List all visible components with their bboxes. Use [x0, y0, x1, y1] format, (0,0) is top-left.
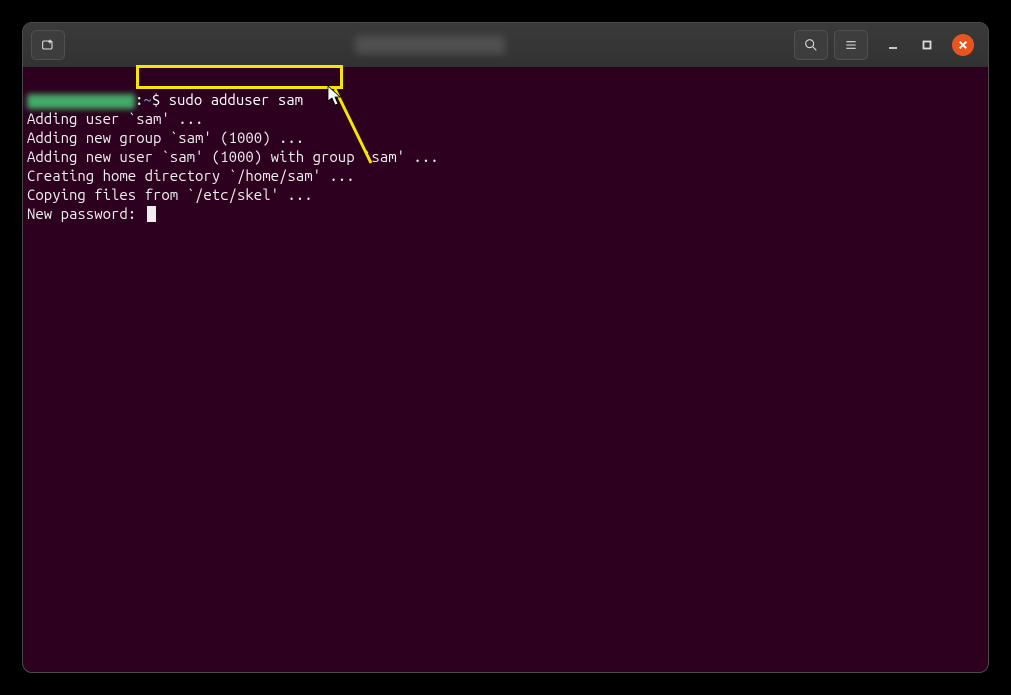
- new-tab-icon: [40, 37, 56, 53]
- output-line-1: Adding user `sam' ...: [27, 110, 203, 127]
- annotation-highlight-box: [136, 65, 343, 89]
- search-button[interactable]: [794, 30, 828, 60]
- output-line-3: Adding new user `sam' (1000) with group …: [27, 148, 439, 165]
- hamburger-icon: [843, 37, 859, 53]
- search-icon: [803, 37, 819, 53]
- hamburger-menu-button[interactable]: [834, 30, 868, 60]
- output-line-5: Copying files from `/etc/skel' ...: [27, 186, 313, 203]
- maximize-button[interactable]: [918, 36, 936, 54]
- output-line-6: New password:: [27, 205, 145, 222]
- output-line-2: Adding new group `sam' (1000) ...: [27, 129, 304, 146]
- terminal-body[interactable]: :~$ sudo adduser sam Adding user `sam' .…: [23, 67, 988, 322]
- new-tab-button[interactable]: [31, 30, 65, 60]
- title-area: [71, 36, 788, 54]
- output-line-4: Creating home directory `/home/sam' ...: [27, 167, 355, 184]
- titlebar: [23, 23, 988, 67]
- prompt-cwd: ~: [143, 91, 151, 108]
- window-title-blurred: [355, 36, 505, 54]
- prompt-dollar: $: [152, 91, 169, 108]
- minimize-icon: [887, 39, 899, 51]
- terminal-window: :~$ sudo adduser sam Adding user `sam' .…: [22, 22, 989, 673]
- maximize-icon: [921, 39, 933, 51]
- mouse-cursor-icon: [327, 85, 343, 107]
- close-button[interactable]: [952, 34, 974, 56]
- close-icon: [958, 40, 968, 50]
- terminal-cursor: [147, 206, 156, 222]
- prompt-user-host-blurred: [27, 94, 135, 109]
- window-controls: [884, 34, 974, 56]
- command-input: sudo adduser sam: [169, 91, 303, 108]
- minimize-button[interactable]: [884, 36, 902, 54]
